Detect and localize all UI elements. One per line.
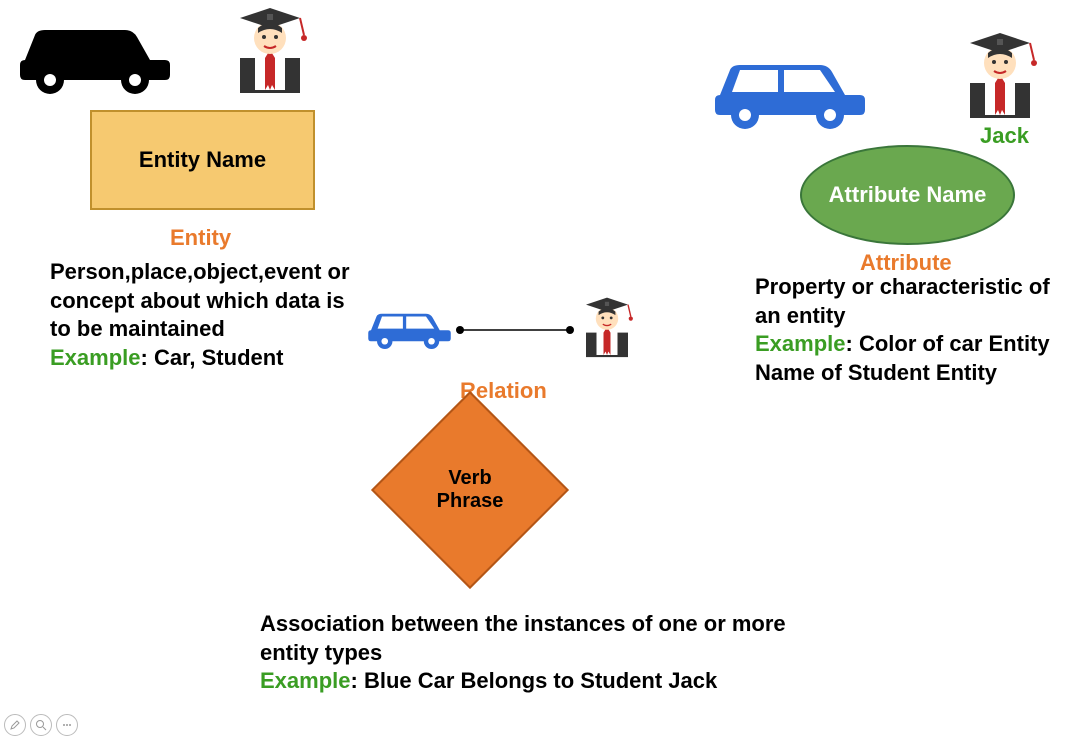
entity-name-box: Entity Name — [90, 110, 315, 210]
zoom-icon[interactable] — [30, 714, 52, 736]
attribute-example-label: Example — [755, 331, 846, 356]
relation-graphic — [360, 290, 650, 370]
entity-description-block: Person,place,object,event or concept abo… — [50, 258, 360, 372]
car-icon — [5, 5, 185, 95]
relation-diamond: Verb Phrase — [370, 420, 570, 560]
more-icon[interactable] — [56, 714, 78, 736]
entity-description: Person,place,object,event or concept abo… — [50, 259, 350, 341]
car-icon — [700, 40, 880, 130]
entity-box-label: Entity Name — [139, 147, 266, 173]
attribute-car-illustration — [700, 40, 880, 135]
student-name-label: Jack — [980, 123, 1029, 149]
relation-description: Association between the instances of one… — [260, 611, 786, 665]
attribute-description: Property or characteristic of an entity — [755, 274, 1050, 328]
graduate-icon — [220, 0, 320, 100]
student-illustration — [220, 0, 320, 105]
attribute-name-ellipse: Attribute Name — [800, 145, 1015, 245]
relation-diamond-label: Verb Phrase — [420, 467, 520, 513]
entity-example-text: : Car, Student — [141, 345, 284, 370]
entity-title: Entity — [170, 225, 231, 251]
relation-illustration — [360, 290, 650, 375]
viewer-toolbar — [4, 714, 78, 736]
relation-description-block: Association between the instances of one… — [260, 610, 790, 696]
relation-example-label: Example — [260, 668, 351, 693]
attribute-ellipse-label: Attribute Name — [829, 183, 987, 207]
pen-icon[interactable] — [4, 714, 26, 736]
relation-example-text: : Blue Car Belongs to Student Jack — [351, 668, 718, 693]
entity-illustration — [5, 5, 185, 100]
graduate-icon — [950, 25, 1050, 125]
attribute-student-illustration — [950, 25, 1050, 130]
attribute-description-block: Property or characteristic of an entity … — [755, 273, 1075, 387]
entity-example-label: Example — [50, 345, 141, 370]
